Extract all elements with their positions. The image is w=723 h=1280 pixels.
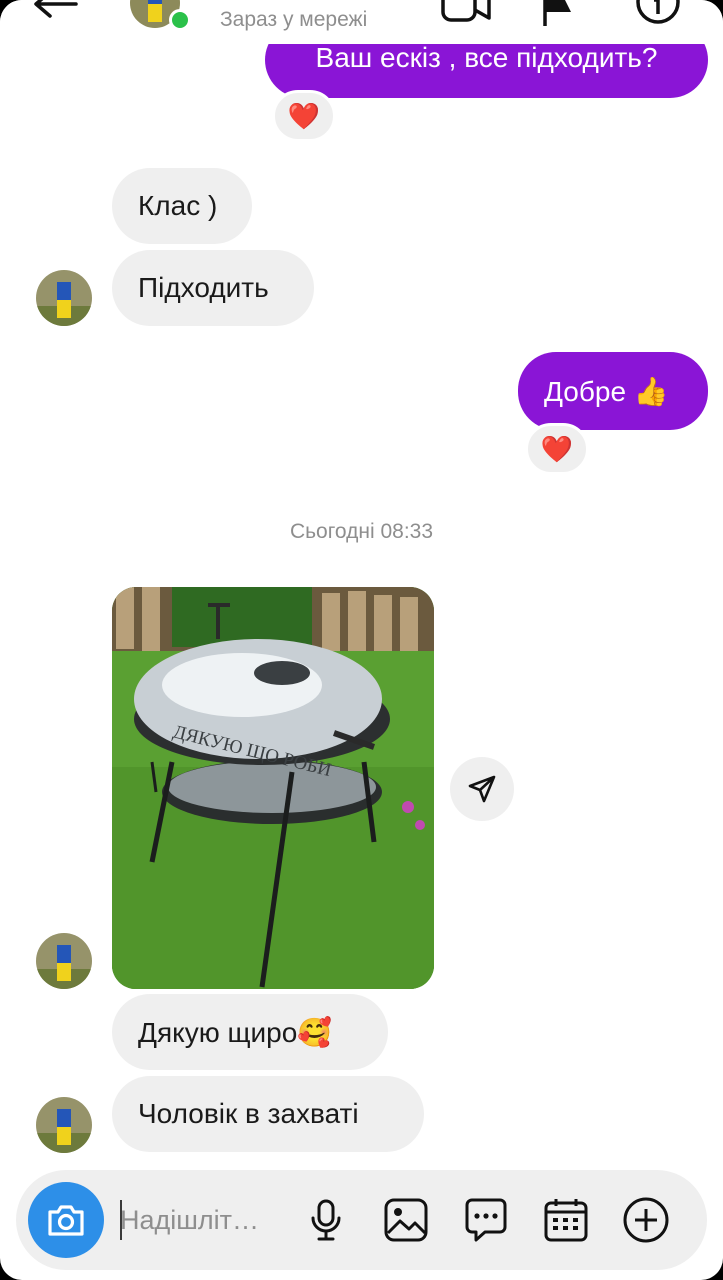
video-call-icon[interactable] xyxy=(440,0,492,26)
sticker-button[interactable] xyxy=(462,1196,510,1244)
calendar-icon xyxy=(544,1199,588,1242)
share-button[interactable] xyxy=(450,757,514,821)
incoming-message[interactable]: Клас ) xyxy=(112,168,252,244)
heart-reaction[interactable]: ❤️ xyxy=(272,90,336,142)
chat-screen: Зараз у мережі Ваш ескіз , все підходить… xyxy=(0,0,723,1280)
add-button[interactable] xyxy=(622,1196,670,1244)
send-icon xyxy=(468,775,496,803)
camera-button[interactable] xyxy=(28,1182,104,1258)
date-separator: Сьогодні 08:33 xyxy=(289,520,434,543)
online-indicator xyxy=(169,9,191,31)
message-text: Чоловік в захваті xyxy=(138,1098,359,1129)
incoming-message[interactable]: Дякую щиро🥰 xyxy=(112,994,388,1070)
status-text: Зараз у мережі xyxy=(220,8,368,31)
grill-photo: ДЯКУЮ ЩО РОБИ xyxy=(112,587,434,989)
message-composer xyxy=(16,1170,707,1270)
schedule-button[interactable] xyxy=(542,1196,590,1244)
microphone-button[interactable] xyxy=(302,1196,350,1244)
microphone-icon xyxy=(311,1199,341,1241)
photo-message[interactable]: ДЯКУЮ ЩО РОБИ xyxy=(112,587,434,989)
incoming-message[interactable]: Чоловік в захваті xyxy=(112,1076,424,1152)
message-text: Ваш ескіз , все підходить? xyxy=(315,42,658,73)
gallery-button[interactable] xyxy=(382,1196,430,1244)
chat-header: Зараз у мережі xyxy=(0,0,723,44)
add-icon xyxy=(623,1197,669,1243)
sticker-chat-icon xyxy=(465,1198,507,1242)
sender-avatar[interactable] xyxy=(36,270,92,326)
message-text: Дякую щиро🥰 xyxy=(138,1016,333,1048)
message-text: Добре 👍 xyxy=(544,375,669,407)
message-text: Клас ) xyxy=(138,190,218,221)
gallery-icon xyxy=(384,1198,428,1242)
flag-icon[interactable] xyxy=(541,0,575,26)
sender-avatar[interactable] xyxy=(36,1097,92,1153)
camera-icon xyxy=(48,1205,84,1236)
back-arrow-icon[interactable] xyxy=(30,0,80,22)
heart-reaction[interactable]: ❤️ xyxy=(525,423,589,475)
heart-icon: ❤️ xyxy=(540,433,574,464)
info-icon[interactable] xyxy=(634,0,682,26)
incoming-message[interactable]: Підходить xyxy=(112,250,314,326)
message-input[interactable] xyxy=(120,1198,290,1242)
heart-icon: ❤️ xyxy=(287,100,321,131)
outgoing-message[interactable]: Добре 👍 xyxy=(518,352,708,430)
message-text: Підходить xyxy=(138,272,269,303)
sender-avatar[interactable] xyxy=(36,933,92,989)
